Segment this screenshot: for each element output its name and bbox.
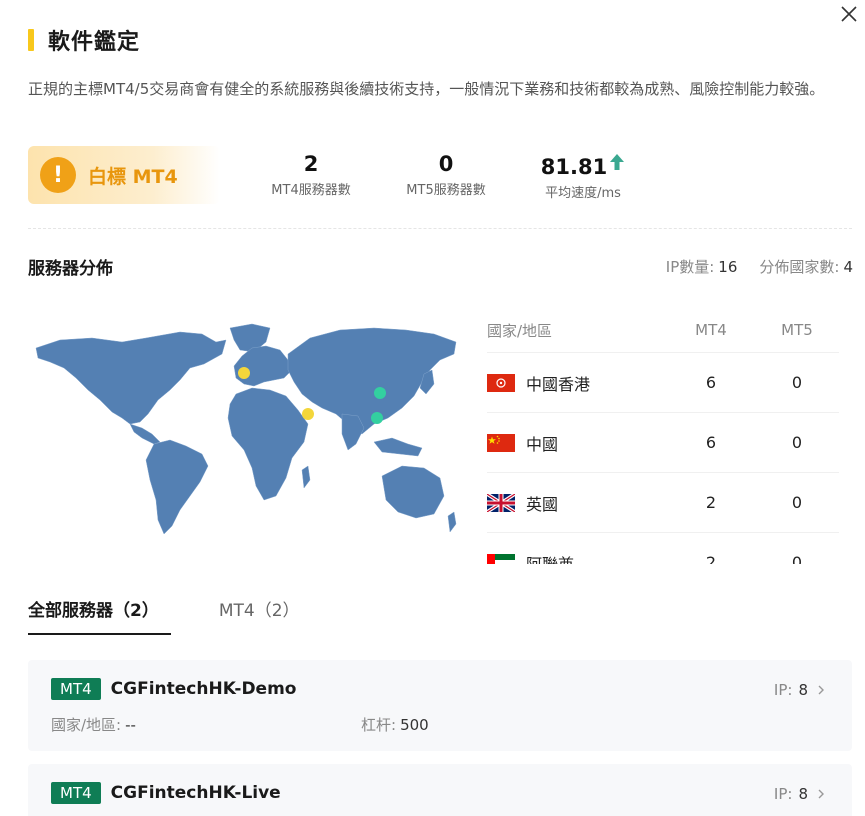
tab-all-servers[interactable]: 全部服務器（2） [28,596,171,635]
server-card-header: MT4 CGFintechHK-Live [51,782,281,804]
close-icon[interactable] [839,4,859,24]
table-row: 英國 2 0 [487,473,839,533]
mt5-count: 0 [791,493,803,512]
tab-mt4-servers[interactable]: MT4（2） [219,596,300,635]
country-table[interactable]: 國家/地區 MT4 MT5 中國香港 6 0 中國 6 0 英國 2 0 阿聯酋… [487,308,839,564]
country-name: 中國香港 [526,374,591,394]
server-ip-count[interactable]: IP: 8 [774,785,826,803]
ip-value: 8 [798,681,808,699]
speed-value: 81.81 [540,155,608,179]
map-marker-china [374,387,386,399]
chevron-right-icon [818,685,824,695]
distribution-meta: IP數量: 16 分佈國家數: 4 [666,256,853,277]
country-count-label: 分佈國家數: [759,258,840,276]
country-name: 阿聯酋 [526,554,575,565]
stat-label: 平均速度/ms [545,186,621,201]
stat-label: MT4服務器數 [271,183,351,198]
leverage-value: 500 [400,716,429,734]
server-details: 國家/地區: -- 杠杆: 500 [51,714,429,735]
ip-count-value: 16 [718,258,738,276]
uae-flag-icon [487,553,515,564]
table-row: 阿聯酋 2 0 [487,533,839,564]
mt4-count: 6 [705,373,717,392]
world-map [30,320,460,542]
server-card-live[interactable]: MT4 CGFintechHK-Live IP: 8 [28,764,852,816]
region-group: 國家/地區: -- [51,714,361,735]
stat-avg-speed: 81.81 平均速度/ms [528,150,638,205]
leverage-group: 杠杆: 500 [361,714,429,735]
country-name: 中國 [526,434,559,454]
title-accent-bar [28,29,34,51]
table-row: 中國香港 6 0 [487,353,839,413]
exclamation-icon: ! [40,157,76,193]
region-label: 國家/地區: [51,716,122,734]
server-card-header: MT4 CGFintechHK-Demo [51,678,296,700]
platform-tag: MT4 [51,678,101,700]
chevron-right-icon [818,789,824,799]
col-country: 國家/地區 [487,321,553,340]
stat-value: 0 [438,152,454,176]
ip-count-group: IP數量: 16 [666,256,738,277]
map-marker-hongkong [371,412,383,424]
description-text: 正規的主標MT4/5交易商會有健全的系統服務與後續技術支持，一般情況下業務和技術… [28,80,825,98]
china-flag-icon [487,433,515,452]
stat-value: 81.81 [528,150,638,181]
map-marker-uk [238,367,250,379]
license-badge: ! 白標 MT4 [28,146,220,204]
server-name: CGFintechHK-Demo [110,679,297,699]
map-marker-uae [302,408,314,420]
col-mt5: MT5 [781,321,813,339]
country-cell: 中國 [487,431,667,455]
ip-value: 8 [798,785,808,803]
stat-label: MT5服務器數 [406,183,486,198]
country-name: 英國 [526,494,559,514]
server-name: CGFintechHK-Live [110,783,281,803]
mt4-count: 2 [705,553,717,564]
mt4-count: 6 [705,433,717,452]
badge-label: 白標 MT4 [88,165,178,188]
col-mt4: MT4 [695,321,727,339]
platform-tag: MT4 [51,782,101,804]
server-card-demo[interactable]: MT4 CGFintechHK-Demo IP: 8 國家/地區: -- 杠杆: 5… [28,660,852,751]
page-title: 軟件鑑定 [48,30,141,55]
arrow-up-icon [609,150,625,170]
server-ip-count[interactable]: IP: 8 [774,681,826,699]
server-tabs: 全部服務器（2） MT4（2） [28,596,348,635]
leverage-label: 杠杆: [361,716,397,734]
distribution-title: 服務器分佈 [28,259,113,279]
mt5-count: 0 [791,373,803,392]
ip-label: IP: [773,785,793,803]
country-cell: 阿聯酋 [487,551,667,565]
divider [28,228,852,229]
hongkong-flag-icon [487,373,515,392]
stat-mt5-servers: 0 MT5服務器數 [400,150,492,202]
uk-flag-icon [487,493,515,512]
mt5-count: 0 [791,553,803,564]
table-header: 國家/地區 MT4 MT5 [487,308,839,353]
section-header: 軟件鑑定 [28,22,140,58]
ip-label: IP: [773,681,793,699]
region-value: -- [125,716,136,734]
country-count-value: 4 [843,258,853,276]
mt5-count: 0 [791,433,803,452]
country-count-group: 分佈國家數: 4 [759,256,853,277]
stat-value: 2 [303,152,319,176]
country-cell: 英國 [487,491,667,515]
stat-mt4-servers: 2 MT4服務器數 [266,150,356,202]
mt4-count: 2 [705,493,717,512]
ip-count-label: IP數量: [665,258,715,276]
country-cell: 中國香港 [487,371,667,395]
table-row: 中國 6 0 [487,413,839,473]
